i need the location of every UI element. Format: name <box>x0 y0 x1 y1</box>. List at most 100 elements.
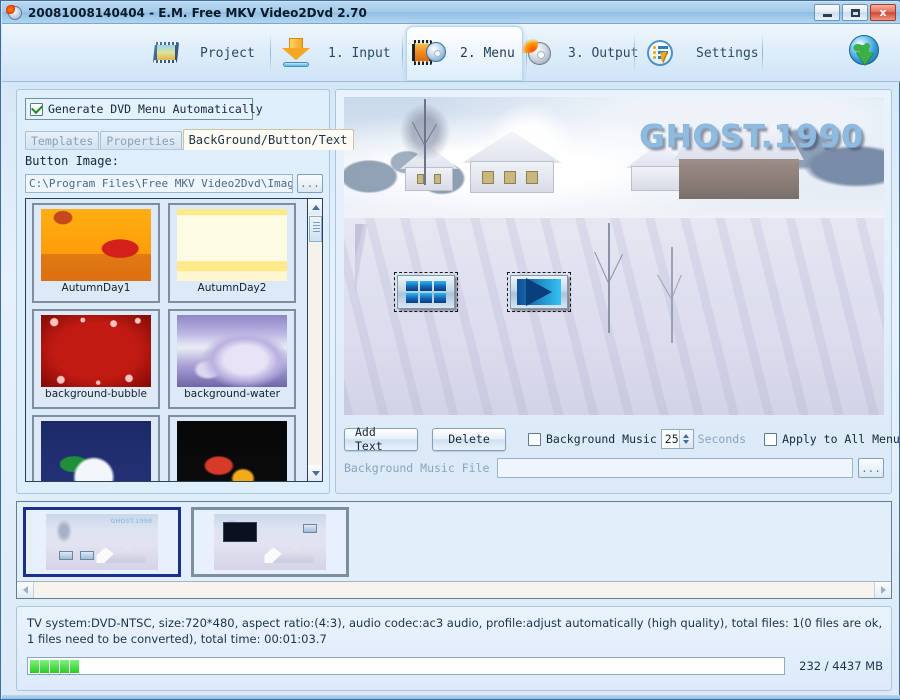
scrollbar-thumb[interactable] <box>309 216 322 242</box>
toolbar-label-output: 3. Output <box>568 45 639 61</box>
close-button[interactable]: x <box>870 4 896 21</box>
button-image-label: Button Image: <box>25 154 119 168</box>
menu-page-thumbnail-2[interactable] <box>191 507 349 577</box>
toolbar-item-menu[interactable]: 2. Menu <box>412 28 515 78</box>
toolbar-item-project[interactable]: Project <box>152 28 255 78</box>
menu-preview-panel: GHOST.1990 Add Text Delete Background Mu… <box>335 89 900 494</box>
tab-background-button-text[interactable]: BackGround/Button/Text <box>182 129 354 150</box>
disc-usage-progress-bar <box>27 657 786 675</box>
generate-menu-checkbox[interactable] <box>30 102 43 116</box>
menu-page-1-title: GHOST.1990 <box>110 518 152 525</box>
globe-download-icon <box>847 35 883 71</box>
toolbar-separator <box>402 34 403 72</box>
background-music-checkbox[interactable] <box>528 432 541 446</box>
template-name: AutumnDay1 <box>61 282 131 294</box>
template-item[interactable] <box>168 415 296 481</box>
play-triangle-icon <box>517 278 561 306</box>
controls-row-top: Add Text Delete Background Music 25 Seco… <box>344 425 900 453</box>
tab-properties[interactable]: Properties <box>100 131 182 150</box>
grid-icon <box>406 281 446 303</box>
main-toolbar: Project 1. Input 2. Menu 3. Output Setti… <box>2 24 900 82</box>
update-globe-button[interactable] <box>847 28 883 78</box>
template-list-scrollbar[interactable] <box>307 199 322 481</box>
background-music-browse-button[interactable]: ... <box>858 458 884 478</box>
window-bottom-edge <box>2 695 900 699</box>
seconds-label: Seconds <box>697 432 747 446</box>
toolbar-item-settings[interactable]: Settings <box>646 28 759 78</box>
add-text-button[interactable]: Add Text <box>344 425 418 453</box>
maximize-button[interactable] <box>842 4 868 21</box>
content-area: Generate DVD Menu Automatically Template… <box>2 82 900 699</box>
scroll-down-icon[interactable] <box>308 465 322 481</box>
seconds-value[interactable]: 25 <box>662 432 679 446</box>
toolbar-label-project: Project <box>200 45 255 61</box>
panel-tabs: Templates Properties BackGround/Button/T… <box>25 129 354 150</box>
template-thumbnail <box>177 209 287 281</box>
template-item[interactable]: AutumnDay1 <box>32 203 160 303</box>
tab-templates[interactable]: Templates <box>25 131 100 150</box>
toolbar-separator <box>634 34 635 72</box>
template-item[interactable] <box>32 415 160 481</box>
filmstrip-scroll-left-icon[interactable] <box>17 582 34 598</box>
toolbar-separator <box>762 34 763 72</box>
tab-background-button-text-label: BackGround/Button/Text <box>188 133 348 147</box>
status-panel: TV system:DVD-NTSC, size:720*480, aspect… <box>16 606 892 691</box>
template-item[interactable]: AutumnDay2 <box>168 203 296 303</box>
menu-title-text[interactable]: GHOST.1990 <box>639 119 864 156</box>
preview-tree-left <box>396 99 454 185</box>
template-name: background-bubble <box>45 388 147 400</box>
minimize-icon <box>822 13 832 17</box>
menu-page-preview-2 <box>214 514 326 570</box>
menu-settings-panel: Generate DVD Menu Automatically Template… <box>16 89 354 494</box>
window-title: 20081008140404 - E.M. Free MKV Video2Dvd… <box>28 5 367 20</box>
background-music-file-input[interactable] <box>497 458 853 478</box>
template-item[interactable]: background-water <box>168 309 296 409</box>
menu-preview[interactable]: GHOST.1990 <box>344 97 884 415</box>
generate-menu-label: Generate DVD Menu Automatically <box>48 102 263 116</box>
delete-button[interactable]: Delete <box>432 427 506 451</box>
image-path-input[interactable]: C:\Program Files\Free MKV Video2Dvd\Imag… <box>25 174 293 193</box>
settings-list-icon <box>646 39 676 67</box>
film-disc-icon <box>412 39 446 67</box>
template-thumbnail <box>41 421 151 481</box>
template-name: AutumnDay2 <box>197 282 267 294</box>
image-path-browse-button[interactable]: ... <box>297 174 323 193</box>
template-thumbnail <box>41 315 151 387</box>
filmstrip-scroll-right-icon[interactable] <box>874 582 891 598</box>
template-list[interactable]: AutumnDay1 AutumnDay2 background-bubble … <box>25 198 323 482</box>
title-bar: 20081008140404 - E.M. Free MKV Video2Dvd… <box>2 2 900 24</box>
generate-menu-checkbox-row[interactable]: Generate DVD Menu Automatically <box>25 98 263 120</box>
preview-controls: Add Text Delete Background Music 25 Seco… <box>344 423 900 485</box>
toolbar-separator <box>270 34 271 72</box>
filmstrip-scrollbar[interactable] <box>17 581 891 598</box>
template-item[interactable]: background-bubble <box>32 309 160 409</box>
apply-all-menu-label: Apply to All Menu <box>782 432 900 446</box>
chapters-menu-button[interactable] <box>394 272 458 312</box>
window-buttons: x <box>814 4 896 21</box>
apply-all-menu-checkbox[interactable] <box>764 432 778 446</box>
application-window: 20081008140404 - E.M. Free MKV Video2Dvd… <box>0 0 900 700</box>
minimize-button[interactable] <box>814 4 840 21</box>
template-thumbnail <box>177 315 287 387</box>
toolbar-label-menu: 2. Menu <box>460 45 515 61</box>
menu-page-thumbnail-1[interactable]: GHOST.1990 <box>23 507 181 577</box>
controls-row-bottom: Background Music File ... <box>344 456 884 480</box>
disc-usage-label: 232 / 4437 MB <box>799 659 883 673</box>
tab-templates-label: Templates <box>31 134 94 148</box>
dvd-burn-icon <box>6 4 23 21</box>
background-music-file-label: Background Music File <box>344 461 490 475</box>
toolbar-item-input[interactable]: 1. Input <box>280 28 391 78</box>
seconds-stepper[interactable]: 25 <box>660 429 694 449</box>
stepper-arrows-icon[interactable] <box>678 430 693 448</box>
scroll-up-icon[interactable] <box>308 199 322 215</box>
toolbar-label-input: 1. Input <box>328 45 391 61</box>
maximize-icon <box>850 8 860 17</box>
film-strip-icon <box>152 40 182 66</box>
close-icon: x <box>879 6 887 19</box>
preview-tree-center <box>574 223 644 333</box>
background-music-label: Background Music <box>546 432 657 446</box>
menu-page-preview-1: GHOST.1990 <box>46 514 158 570</box>
play-menu-button[interactable] <box>507 272 571 312</box>
toolbar-item-output[interactable]: 3. Output <box>522 28 638 78</box>
filmstrip-items: GHOST.1990 <box>17 502 891 582</box>
